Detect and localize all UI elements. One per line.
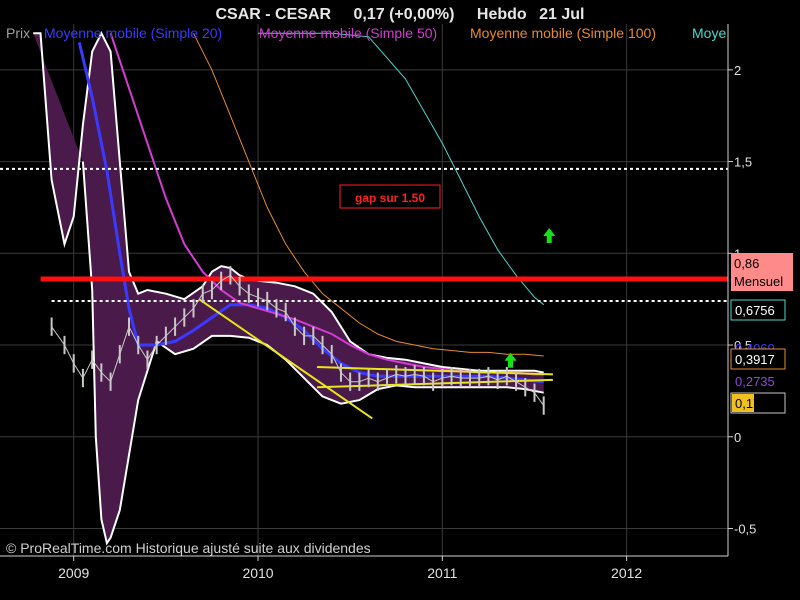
price-value: 0,1753 [735,396,775,411]
annotation-text: gap sur 1.50 [355,191,425,205]
ma200-value: 0,6756 [735,303,775,318]
value-labels: 0,86 Mensuel 0,6756 0,4069 0,3917 0,2735… [730,253,793,414]
period-label: Hebdo [477,6,527,23]
legend-entry: Moyenne mobile (Simple 20) [44,25,222,41]
resistance-value: 0,86 [734,256,759,271]
x-axis[interactable]: 2009 2010 2011 2012 [58,556,642,581]
y-tick-label: 2 [734,63,741,78]
legend-entry: Moye [692,25,726,41]
legend-entry: Moyenne mobile (Simple 50) [259,25,437,41]
copyright-footer: © ProRealTime.com Historique ajusté suit… [6,540,371,556]
y-tick-label: -0,5 [734,521,756,536]
legend-entry: Moyenne mobile (Simple 100) [470,25,656,41]
x-tick-label: 2011 [427,565,457,581]
x-tick-label: 2009 [58,565,89,581]
symbol-label: CSAR - CESAR [215,6,331,23]
ma100-value: 0,3917 [735,352,775,367]
y-tick-label: 0 [734,430,741,445]
price-change-label: 0,17 (+0,00%) [354,6,455,23]
y-tick-label: 1,5 [734,155,752,170]
date-label: 21 Jul [539,6,584,23]
resistance-period: Mensuel [734,274,783,289]
chart-title: CSAR - CESAR 0,17 (+0,00%) Hebdo 21 Jul [215,6,584,23]
legend: Prix Moyenne mobile (Simple 20) Moyenne mo… [6,25,726,41]
chart-frame: CSAR - CESAR 0,17 (+0,00%) Hebdo 21 Jul … [0,6,793,581]
legend-entry: Prix [6,25,30,41]
ma50-value: 0,2735 [735,374,775,389]
x-tick-label: 2012 [611,565,642,581]
x-tick-label: 2010 [242,565,273,581]
